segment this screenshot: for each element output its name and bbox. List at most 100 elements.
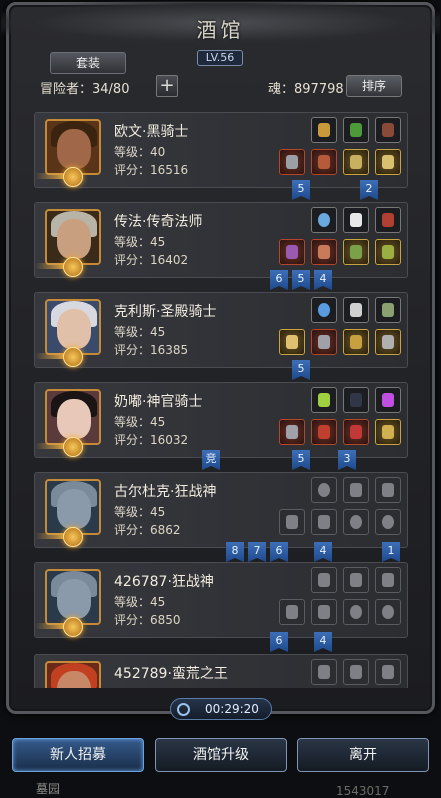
rank-medal-icon: [63, 257, 83, 277]
hero-card[interactable]: 426787·狂战神 等级：45 评分：6850: [34, 562, 408, 638]
add-adventurer-button[interactable]: +: [156, 75, 178, 97]
hero-score: 评分：16516: [114, 163, 189, 177]
gem-ribbon: 3: [338, 450, 356, 470]
hero-score: 评分：16385: [114, 343, 189, 357]
wing-decoration: [35, 443, 65, 449]
hero-card[interactable]: 欧文·黑骑士 等级：40 评分：16516: [34, 112, 408, 188]
hero-level: 等级：45: [114, 325, 166, 339]
sort-button[interactable]: 排序: [346, 75, 402, 97]
orb-icon[interactable]: [311, 207, 337, 233]
tavern-level-badge: LV.56: [197, 50, 243, 66]
wing-decoration: [35, 623, 65, 629]
empty-drop-slot-icon[interactable]: [311, 477, 337, 503]
hero-card[interactable]: 传法·传奇法师 等级：45 评分：16402: [34, 202, 408, 278]
shield-icon[interactable]: [343, 329, 369, 355]
boots-icon[interactable]: [375, 149, 401, 175]
boots-icon[interactable]: [375, 419, 401, 445]
countdown-timer: 00:29:20: [170, 698, 272, 720]
hero-name: 欧文·黑骑士: [114, 124, 189, 140]
staff-icon[interactable]: [279, 239, 305, 265]
hero-score: 评分：16402: [114, 253, 189, 267]
empty-ring-slot-icon[interactable]: [343, 509, 369, 535]
gem-ribbon: 5: [292, 270, 310, 290]
rank-medal-icon: [63, 527, 83, 547]
timer-value: 00:29:20: [205, 702, 259, 716]
empty-cross-slot-icon[interactable]: [375, 659, 401, 685]
footer-currency: 1543017: [336, 784, 390, 798]
hero-card[interactable]: 古尔杜克·狂战神 等级：45 评分：6862: [34, 472, 408, 548]
page-title: 酒馆: [196, 18, 245, 42]
adventurer-count: 冒险者：34/80: [40, 82, 130, 97]
gem-icon[interactable]: [375, 387, 401, 413]
wing-decoration: [35, 353, 65, 359]
rank-medal-icon: [63, 617, 83, 637]
empty-cross-slot-icon[interactable]: [343, 477, 369, 503]
rank-medal-icon: [63, 347, 83, 367]
robe-icon[interactable]: [311, 239, 337, 265]
hero-name: 传法·传奇法师: [114, 214, 203, 230]
hero-name: 奶嘟·神官骑士: [114, 394, 203, 410]
hero-card[interactable]: 克利斯·圣殿骑士 等级：45 评分：16385: [34, 292, 408, 368]
hero-card[interactable]: 奶嘟·神官骑士 等级：45 评分：16032: [34, 382, 408, 458]
empty-ring-slot-icon[interactable]: [375, 509, 401, 535]
hero-level: 等级：45: [114, 595, 166, 609]
armor-icon[interactable]: [311, 329, 337, 355]
footer-location-label: 墓园: [36, 782, 61, 796]
upgrade-tavern-button[interactable]: 酒馆升级: [155, 738, 287, 772]
helmet-icon[interactable]: [311, 117, 337, 143]
hero-score: 评分：6862: [114, 523, 181, 537]
armor-icon[interactable]: [311, 149, 337, 175]
hero-level: 等级：45: [114, 235, 166, 249]
hero-score: 评分：6850: [114, 613, 181, 627]
feather-icon[interactable]: [343, 207, 369, 233]
hero-list[interactable]: 欧文·黑骑士 等级：40 评分：16516 5 2 传法·传奇法师 等级：45 …: [30, 106, 414, 688]
empty-drop-slot-icon[interactable]: [311, 659, 337, 685]
gem-ribbon: 8: [226, 542, 244, 562]
empty-drop-slot-icon[interactable]: [311, 567, 337, 593]
gem-ribbon: 4: [314, 542, 332, 562]
orb-icon[interactable]: [311, 297, 337, 323]
soul-currency: 魂：897798: [268, 82, 344, 97]
empty-weapon-slot-icon[interactable]: [279, 599, 305, 625]
empty-cross-slot-icon[interactable]: [343, 659, 369, 685]
empty-ring-slot-icon[interactable]: [343, 599, 369, 625]
empty-armor-slot-icon[interactable]: [311, 599, 337, 625]
gem-ribbon: 6: [270, 270, 288, 290]
leave-button[interactable]: 离开: [297, 738, 429, 772]
empty-cross-slot-icon[interactable]: [375, 567, 401, 593]
lantern-icon[interactable]: [311, 387, 337, 413]
gloves-icon[interactable]: [343, 149, 369, 175]
wing-decoration: [35, 173, 65, 179]
boots-icon[interactable]: [375, 239, 401, 265]
empty-cross-slot-icon[interactable]: [343, 567, 369, 593]
sword-icon[interactable]: [343, 297, 369, 323]
suit-button[interactable]: 套装: [50, 52, 126, 74]
amulet-icon[interactable]: [375, 297, 401, 323]
gem-ribbon: 5: [292, 450, 310, 470]
hero-name: 452789·蛮荒之王: [114, 666, 228, 682]
ring-icon[interactable]: [375, 117, 401, 143]
weapon-icon[interactable]: [279, 149, 305, 175]
gem-ribbon: 6: [270, 632, 288, 652]
gloves-icon[interactable]: [343, 419, 369, 445]
amulet-icon[interactable]: [343, 117, 369, 143]
recruit-button[interactable]: 新人招募: [12, 738, 144, 772]
gem-ribbon: 6: [270, 542, 288, 562]
empty-armor-slot-icon[interactable]: [311, 509, 337, 535]
empty-weapon-slot-icon[interactable]: [279, 509, 305, 535]
empty-ring-slot-icon[interactable]: [375, 599, 401, 625]
hero-score: 评分：16032: [114, 433, 189, 447]
axe-icon[interactable]: [279, 419, 305, 445]
hammer-icon[interactable]: [279, 329, 305, 355]
hero-card[interactable]: 452789·蛮荒之王: [34, 654, 408, 688]
gem-ribbon: 5: [292, 360, 310, 380]
wand-icon[interactable]: [375, 207, 401, 233]
gem-ribbon: 2: [360, 180, 378, 200]
armor-icon[interactable]: [311, 419, 337, 445]
wand-icon[interactable]: [343, 387, 369, 413]
empty-cross-slot-icon[interactable]: [375, 477, 401, 503]
gloves-icon[interactable]: [343, 239, 369, 265]
gem-ribbon: 5: [292, 180, 310, 200]
belt-icon[interactable]: [375, 329, 401, 355]
hero-name: 426787·狂战神: [114, 574, 214, 590]
